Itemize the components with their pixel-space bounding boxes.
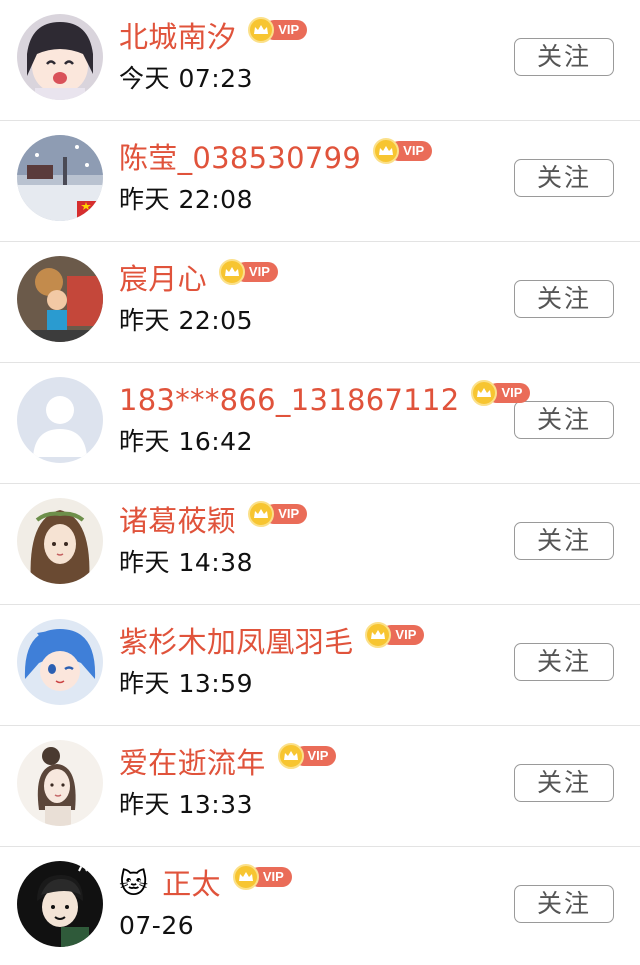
follow-time: 昨天 13:33 bbox=[119, 790, 253, 819]
illustrated-girl-avatar-icon[interactable] bbox=[17, 498, 103, 584]
vip-badge: VIP bbox=[365, 622, 425, 648]
user-name[interactable]: 宸月心 bbox=[119, 259, 207, 299]
user-name[interactable]: 诸葛莜颖 bbox=[119, 501, 236, 541]
cartoon-boy-avatar-icon[interactable] bbox=[17, 861, 103, 947]
follow-button[interactable]: 关注 bbox=[514, 885, 614, 923]
blue-hair-anime-avatar-icon[interactable] bbox=[17, 619, 103, 705]
user-name[interactable]: 正太 bbox=[162, 864, 221, 904]
list-item[interactable]: 诸葛莜颖 VIP 昨天 14:38 关注 bbox=[0, 484, 640, 605]
follow-time: 今天 07:23 bbox=[119, 64, 253, 93]
follow-time: 昨天 13:59 bbox=[119, 669, 253, 698]
vip-badge: VIP bbox=[373, 138, 433, 164]
default-person-avatar-icon[interactable] bbox=[17, 377, 103, 463]
list-item[interactable]: 🐱 正太 VIP 07-26 关注 bbox=[0, 847, 640, 965]
anime-girl-avatar-icon[interactable] bbox=[17, 14, 103, 100]
list-item[interactable]: 陈莹_038530799 VIP 昨天 22:08 关注 bbox=[0, 121, 640, 242]
child-photo-avatar-icon[interactable] bbox=[17, 256, 103, 342]
vip-badge: VIP bbox=[218, 259, 278, 285]
user-name[interactable]: 爱在逝流年 bbox=[119, 743, 266, 783]
vip-badge: VIP bbox=[232, 864, 292, 890]
user-name[interactable]: 183***866_131867112 bbox=[119, 380, 459, 420]
snow-scene-avatar-icon[interactable] bbox=[17, 135, 103, 221]
user-name[interactable]: 陈莹_038530799 bbox=[119, 138, 361, 178]
follower-list: 北城南汐 VIP 今天 07:23 关注 陈莹_038530799 VIP 昨天… bbox=[0, 0, 640, 965]
list-item[interactable]: 紫杉木加凤凰羽毛 VIP 昨天 13:59 关注 bbox=[0, 605, 640, 726]
crown-icon bbox=[373, 138, 400, 164]
vip-badge: VIP bbox=[248, 17, 308, 43]
follow-time: 昨天 16:42 bbox=[119, 427, 253, 456]
cat-emoji-icon: 🐱 bbox=[119, 867, 149, 900]
list-item[interactable]: 爱在逝流年 VIP 昨天 13:33 关注 bbox=[0, 726, 640, 847]
crown-icon bbox=[232, 864, 259, 890]
user-name[interactable]: 北城南汐 bbox=[119, 17, 236, 57]
vip-badge: VIP bbox=[471, 380, 531, 406]
follow-button[interactable]: 关注 bbox=[514, 643, 614, 681]
user-name[interactable]: 紫杉木加凤凰羽毛 bbox=[119, 622, 353, 662]
follow-time: 昨天 22:08 bbox=[119, 185, 253, 214]
list-item[interactable]: 183***866_131867112 VIP 昨天 16:42 关注 bbox=[0, 363, 640, 484]
follow-button[interactable]: 关注 bbox=[514, 764, 614, 802]
sketch-girl-avatar-icon[interactable] bbox=[17, 740, 103, 826]
list-item[interactable]: 宸月心 VIP 昨天 22:05 关注 bbox=[0, 242, 640, 363]
follow-button[interactable]: 关注 bbox=[514, 38, 614, 76]
crown-icon bbox=[218, 259, 245, 285]
follow-time: 07-26 bbox=[119, 911, 195, 940]
follow-button[interactable]: 关注 bbox=[514, 280, 614, 318]
vip-badge: VIP bbox=[277, 743, 337, 769]
follow-time: 昨天 22:05 bbox=[119, 306, 253, 335]
vip-badge: VIP bbox=[248, 501, 308, 527]
follow-button[interactable]: 关注 bbox=[514, 522, 614, 560]
follow-time: 昨天 14:38 bbox=[119, 548, 253, 577]
follow-button[interactable]: 关注 bbox=[514, 159, 614, 197]
follow-button[interactable]: 关注 bbox=[514, 401, 614, 439]
list-item[interactable]: 北城南汐 VIP 今天 07:23 关注 bbox=[0, 0, 640, 121]
crown-icon bbox=[277, 743, 304, 769]
